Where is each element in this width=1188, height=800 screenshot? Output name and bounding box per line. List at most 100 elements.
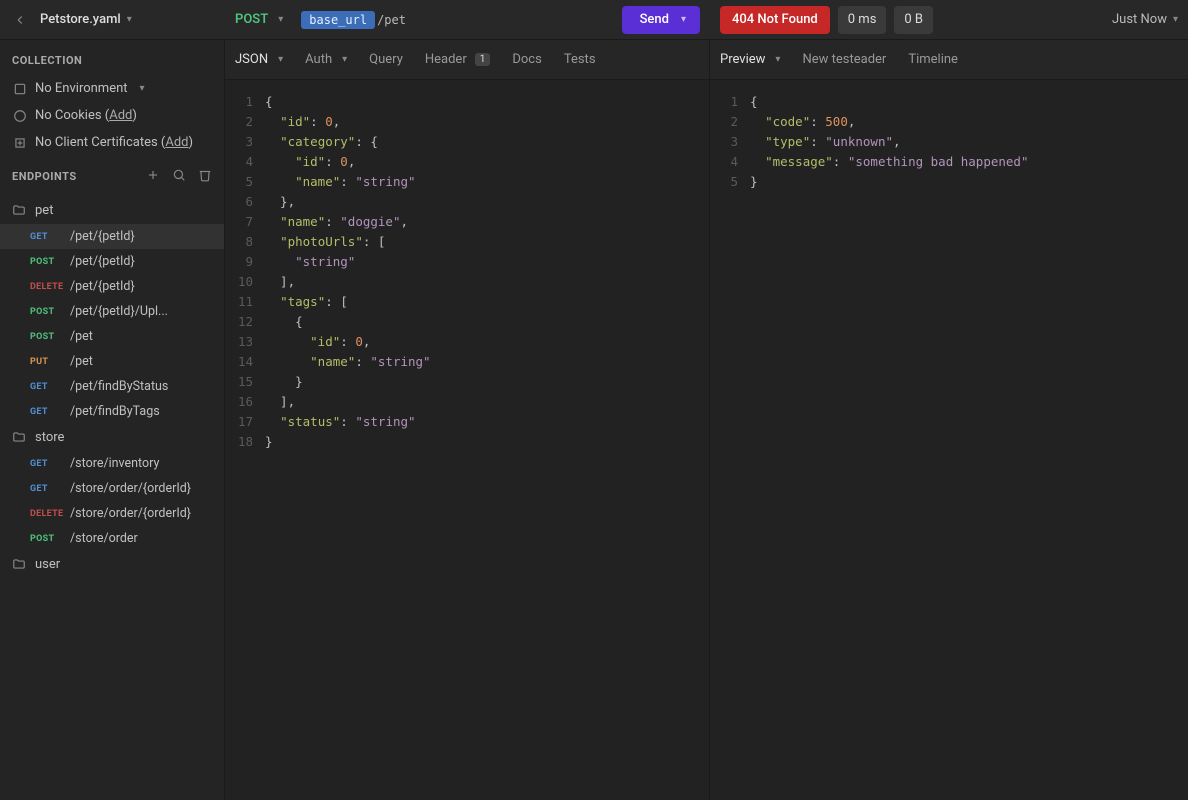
http-method-selector[interactable]: POST xyxy=(235,12,268,27)
endpoint-method: GET xyxy=(30,382,70,392)
response-body-viewer[interactable]: 1{2 "code": 500,3 "type": "unknown",4 "m… xyxy=(710,80,1188,800)
back-button[interactable] xyxy=(10,10,30,30)
endpoint-path: /store/order/{orderId} xyxy=(70,481,212,496)
endpoint-row[interactable]: POST/pet/{petId}/Upl... xyxy=(0,299,224,324)
code-line: 15 } xyxy=(235,372,699,392)
endpoint-path: /pet xyxy=(70,354,212,369)
line-number: 13 xyxy=(235,332,265,352)
response-size-badge: 0 B xyxy=(894,6,933,34)
url-variable-badge[interactable]: base_url xyxy=(301,11,375,29)
endpoint-row[interactable]: GET/store/inventory xyxy=(0,451,224,476)
chevron-down-icon: ▾ xyxy=(127,14,132,25)
line-number: 6 xyxy=(235,192,265,212)
chevron-down-icon: ▾ xyxy=(342,54,347,65)
chevron-down-icon: ▾ xyxy=(775,54,780,65)
endpoint-path: /store/order xyxy=(70,531,212,546)
tab-timeline[interactable]: Timeline xyxy=(908,52,958,67)
cookies-add-link[interactable]: Add xyxy=(109,108,132,123)
endpoint-row[interactable]: DELETE/store/order/{orderId} xyxy=(0,501,224,526)
line-number: 11 xyxy=(235,292,265,312)
response-status-badge: 404 Not Found xyxy=(720,6,830,34)
tab-query[interactable]: Query xyxy=(369,52,403,67)
code-line: 3 "category": { xyxy=(235,132,699,152)
endpoint-method: GET xyxy=(30,484,70,494)
folder-label: pet xyxy=(35,203,53,218)
endpoint-path: /store/inventory xyxy=(70,456,212,471)
endpoint-row[interactable]: GET/store/order/{orderId} xyxy=(0,476,224,501)
code-line: 16 ], xyxy=(235,392,699,412)
sidebar: COLLECTION No Environment ▾ No Cookies (… xyxy=(0,40,225,800)
endpoint-row[interactable]: POST/pet/{petId} xyxy=(0,249,224,274)
environment-selector[interactable]: No Environment ▾ xyxy=(0,75,224,102)
tab-auth[interactable]: Auth ▾ xyxy=(305,52,347,67)
code-line: 18} xyxy=(235,432,699,452)
project-title[interactable]: Petstore.yaml xyxy=(40,12,121,27)
cookies-row[interactable]: No Cookies (Add) xyxy=(0,102,224,129)
tab-header[interactable]: Header 1 xyxy=(425,52,491,67)
response-time-badge: 0 ms xyxy=(838,6,887,34)
tab-new-testeader[interactable]: New testeader xyxy=(802,52,886,67)
plus-icon xyxy=(146,168,160,182)
tab-preview[interactable]: Preview ▾ xyxy=(720,52,780,67)
tab-docs[interactable]: Docs xyxy=(512,52,541,67)
cookie-icon xyxy=(12,108,27,123)
certificate-icon xyxy=(12,135,27,150)
code-line: 4 "id": 0, xyxy=(235,152,699,172)
search-endpoints-button[interactable] xyxy=(172,168,186,185)
code-line: 2 "code": 500, xyxy=(720,112,1178,132)
endpoint-tree: petGET/pet/{petId}POST/pet/{petId}DELETE… xyxy=(0,197,224,578)
request-body-editor[interactable]: 1{2 "id": 0,3 "category": {4 "id": 0,5 "… xyxy=(225,80,709,800)
endpoint-row[interactable]: GET/pet/{petId} xyxy=(0,224,224,249)
endpoint-path: /pet xyxy=(70,329,212,344)
code-line: 7 "name": "doggie", xyxy=(235,212,699,232)
line-number: 5 xyxy=(720,172,750,192)
tab-tests[interactable]: Tests xyxy=(564,52,596,67)
line-number: 7 xyxy=(235,212,265,232)
send-button[interactable]: Send ▾ xyxy=(622,6,700,34)
certs-add-link[interactable]: Add xyxy=(165,135,188,150)
folder-row[interactable]: user xyxy=(0,551,224,578)
folder-row[interactable]: pet xyxy=(0,197,224,224)
folder-icon xyxy=(12,203,27,218)
line-number: 3 xyxy=(235,132,265,152)
endpoint-row[interactable]: GET/pet/findByTags xyxy=(0,399,224,424)
topbar: Petstore.yaml ▾ POST ▾ base_url /pet Sen… xyxy=(0,0,1188,40)
delete-endpoint-button[interactable] xyxy=(198,168,212,185)
certificates-row[interactable]: No Client Certificates (Add) xyxy=(0,129,224,156)
endpoint-method: POST xyxy=(30,307,70,317)
endpoint-row[interactable]: POST/store/order xyxy=(0,526,224,551)
chevron-down-icon: ▾ xyxy=(278,54,283,65)
url-path-input[interactable]: /pet xyxy=(377,13,406,27)
endpoint-row[interactable]: DELETE/pet/{petId} xyxy=(0,274,224,299)
endpoint-row[interactable]: GET/pet/findByStatus xyxy=(0,374,224,399)
line-number: 1 xyxy=(235,92,265,112)
line-number: 17 xyxy=(235,412,265,432)
code-line: 14 "name": "string" xyxy=(235,352,699,372)
folder-label: store xyxy=(35,430,64,445)
request-pane: JSON ▾ Auth ▾ Query Header 1 Docs Tests … xyxy=(225,40,710,800)
chevron-down-icon[interactable]: ▾ xyxy=(681,14,686,25)
endpoint-method: DELETE xyxy=(30,282,70,292)
endpoint-row[interactable]: POST/pet xyxy=(0,324,224,349)
endpoint-path: /pet/findByStatus xyxy=(70,379,212,394)
line-number: 4 xyxy=(235,152,265,172)
header-count-badge: 1 xyxy=(475,53,491,66)
code-line: 2 "id": 0, xyxy=(235,112,699,132)
endpoint-path: /pet/{petId} xyxy=(70,254,212,269)
chevron-down-icon: ▾ xyxy=(278,14,283,25)
chevron-down-icon: ▾ xyxy=(1173,14,1178,25)
endpoint-method: DELETE xyxy=(30,509,70,519)
certs-label: No Client Certificates ( xyxy=(35,135,165,150)
line-number: 18 xyxy=(235,432,265,452)
code-line: 10 ], xyxy=(235,272,699,292)
code-line: 13 "id": 0, xyxy=(235,332,699,352)
endpoint-path: /pet/{petId} xyxy=(70,229,212,244)
send-button-label: Send xyxy=(640,12,669,27)
endpoint-method: POST xyxy=(30,257,70,267)
history-dropdown[interactable]: Just Now ▾ xyxy=(1112,12,1178,27)
endpoint-path: /store/order/{orderId} xyxy=(70,506,212,521)
folder-row[interactable]: store xyxy=(0,424,224,451)
tab-body-json[interactable]: JSON ▾ xyxy=(235,52,283,67)
add-endpoint-button[interactable] xyxy=(146,168,160,185)
endpoint-row[interactable]: PUT/pet xyxy=(0,349,224,374)
